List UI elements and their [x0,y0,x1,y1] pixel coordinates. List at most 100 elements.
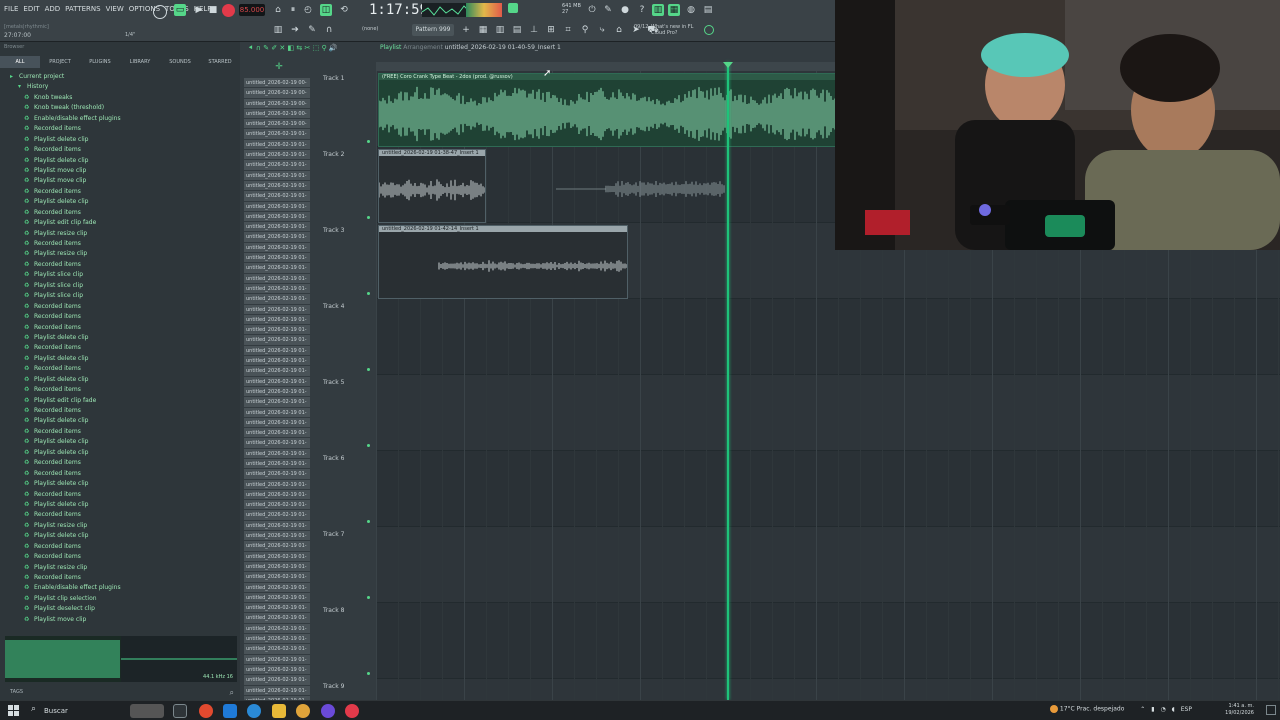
taskbar-widget-icon[interactable] [130,704,164,718]
history-item[interactable]: Recorded items [0,260,240,271]
clip-source-item[interactable]: untitled_2026-02-19 01- [244,664,310,676]
track-header[interactable]: Track 8 [322,603,374,679]
volume-icon[interactable]: ◖ [1172,706,1175,713]
clip-source-item[interactable]: untitled_2026-02-19 01- [244,644,310,655]
history-item[interactable]: Enable/disable effect plugins [0,583,240,594]
chat-icon[interactable]: ◍ [685,4,697,16]
menu-patterns[interactable]: PATTERNS [65,5,100,13]
tray-chevron-icon[interactable]: ⌃ [1140,706,1145,713]
clip-source-item[interactable]: untitled_2026-02-19 01- [244,242,310,254]
pin-icon[interactable]: ⚲ [579,24,591,36]
history-item[interactable]: Recorded items [0,542,240,553]
plugin-icon[interactable]: ⌗ [562,24,574,36]
clip-source-item[interactable]: untitled_2026-02-19 01- [244,150,310,161]
clip-source-item[interactable]: untitled_2026-02-19 01- [244,160,310,171]
track-lane[interactable] [376,679,1280,700]
clip-source-item[interactable]: untitled_2026-02-19 01- [244,500,310,511]
slice-tool-icon[interactable]: ✂ [305,44,311,52]
clip-source-item[interactable]: untitled_2026-02-19 01- [244,438,310,449]
battery-icon[interactable]: ▮ [1151,706,1154,713]
track-led[interactable] [367,520,370,523]
history-item[interactable]: Playlist delete clip [0,135,240,146]
song-mode-icon[interactable]: ▭ [174,4,186,16]
taskbar-search[interactable]: Buscar [28,704,124,718]
clip-source-item[interactable]: untitled_2026-02-19 01- [244,263,310,274]
clip-source-item[interactable]: untitled_2026-02-19 01- [244,294,310,305]
tab-starred[interactable]: STARRED [200,56,240,68]
history-item[interactable]: Playlist delete clip [0,156,240,167]
history-item[interactable]: Playlist deselect clip [0,604,240,615]
history-item[interactable]: Recorded items [0,323,240,334]
clip-source-item[interactable]: untitled_2026-02-19 01- [244,129,310,140]
history-item[interactable]: Recorded items [0,302,240,313]
clip-source-item[interactable]: untitled_2026-02-19 01- [244,541,310,552]
clip-source-item[interactable]: untitled_2026-02-19 01- [244,335,310,346]
tools-icon[interactable]: ✎ [602,4,614,16]
clip-source-item[interactable]: untitled_2026-02-19 01- [244,603,310,614]
search-icon[interactable]: ⌕ [230,688,234,698]
clip-source-item[interactable]: untitled_2026-02-19 01- [244,623,310,635]
clip-source-item[interactable]: untitled_2026-02-19 01- [244,561,310,573]
history-item[interactable]: Playlist clip selection [0,594,240,605]
clip-source-item[interactable]: untitled_2026-02-19 01- [244,356,310,367]
delete-tool-icon[interactable]: ✕ [279,44,285,52]
slip-tool-icon[interactable]: ⇆ [296,44,302,52]
history-item[interactable]: Recorded items [0,385,240,396]
clip-source-item[interactable]: untitled_2026-02-19 01- [244,222,310,233]
clip-source-item[interactable]: untitled_2026-02-19 01- [244,386,310,398]
record-button[interactable] [222,4,235,17]
clip-source-item[interactable]: untitled_2026-02-19 01- [244,510,310,521]
history-item[interactable]: Playlist slice clip [0,291,240,302]
history-item[interactable]: Playlist edit clip fade [0,396,240,407]
step-seq-icon[interactable]: ▥ [494,24,506,36]
mixer-strip-icon[interactable]: ⊞ [545,24,557,36]
history-item[interactable]: Playlist delete clip [0,479,240,490]
clip-source-item[interactable]: untitled_2026-02-19 01- [244,551,310,562]
clip-source-item[interactable]: untitled_2026-02-19 01- [244,201,310,212]
tab-library[interactable]: LIBRARY [120,56,160,68]
clip-source-item[interactable]: untitled_2026-02-19 01- [244,675,310,686]
track-lane[interactable] [376,451,1280,527]
tab-all[interactable]: ALL [0,56,40,68]
history-item[interactable]: Recorded items [0,510,240,521]
history-item[interactable]: Playlist delete clip [0,197,240,208]
track-led[interactable] [367,292,370,295]
clip-source-item[interactable]: untitled_2026-02-19 00- [244,78,310,89]
help-icon[interactable]: ? [636,4,648,16]
track-lane[interactable] [376,603,1280,679]
play-icon[interactable]: ▶ [193,4,205,16]
track-header[interactable]: Track 6 [322,451,374,527]
mixer-icon[interactable]: ▥ [652,4,664,16]
clip-source-item[interactable]: untitled_2026-02-19 01- [244,489,310,501]
clip-source-item[interactable]: untitled_2026-02-19 01- [244,170,310,181]
clip-source-item[interactable]: untitled_2026-02-19 01- [244,191,310,202]
clip-source-item[interactable]: untitled_2026-02-19 01- [244,582,310,593]
browser-icon[interactable]: ▥ [272,24,284,36]
track-led[interactable] [367,672,370,675]
task-view-icon[interactable] [173,704,187,718]
track-header[interactable]: Track 3 [322,223,374,299]
clip-source-item[interactable]: untitled_2026-02-19 01- [244,458,310,470]
clip-source-item[interactable]: untitled_2026-02-19 01- [244,428,310,439]
track-led[interactable] [367,216,370,219]
weather-icon[interactable] [1050,705,1058,713]
link-icon[interactable]: ⤷ [596,24,608,36]
app-icon-3[interactable] [321,704,335,718]
menu-edit[interactable]: EDIT [23,5,39,13]
clip-source-item[interactable]: untitled_2026-02-19 00- [244,108,310,120]
track-lane[interactable] [376,299,1280,375]
clip-source-item[interactable]: untitled_2026-02-19 01- [244,397,310,408]
history-item[interactable]: Recorded items [0,208,240,219]
track-header[interactable]: Track 4 [322,299,374,375]
wait-icon[interactable]: ⏸ [287,4,299,16]
clip-source-item[interactable]: untitled_2026-02-19 01- [244,273,310,284]
edge-icon[interactable] [247,704,261,718]
history-item[interactable]: Playlist slice clip [0,281,240,292]
clip-source-item[interactable]: untitled_2026-02-19 00- [244,98,310,109]
clip-source-item[interactable]: untitled_2026-02-19 01- [244,407,310,418]
history-item[interactable]: Recorded items [0,490,240,501]
folder-icon[interactable] [272,704,286,718]
tags-label[interactable]: TAGS [10,689,23,695]
tab-project[interactable]: PROJECT [40,56,80,68]
magnet-icon[interactable]: ∩ [323,24,335,36]
